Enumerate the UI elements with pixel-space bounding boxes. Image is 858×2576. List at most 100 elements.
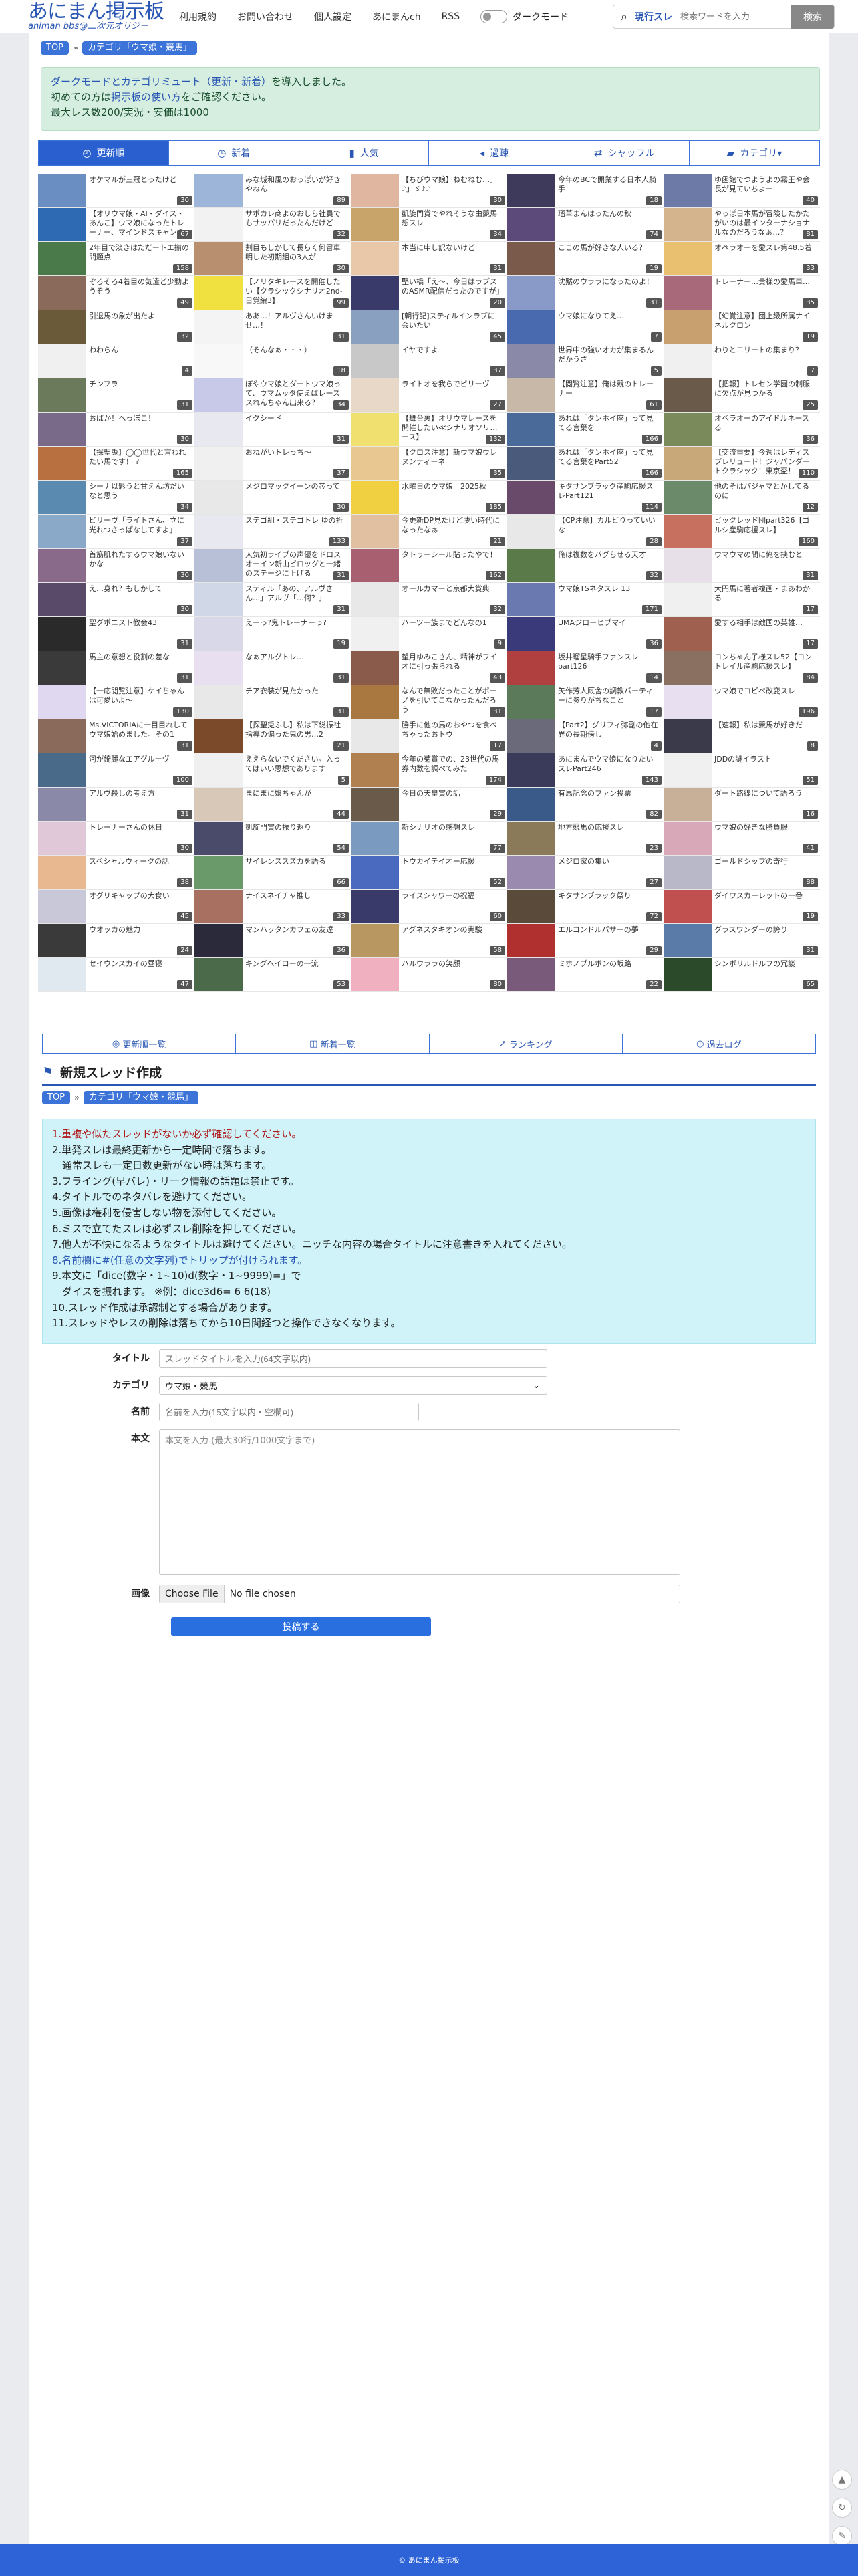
thread-thumbnail[interactable] [664,685,712,719]
thread-thumbnail[interactable] [38,515,86,548]
thread-item[interactable]: ぼやウマ娘とダートウマ娘って、ウマムッタ使えばレーススれんちゃん出来る？ 34 [194,378,351,413]
thread-item[interactable]: あれは「タンホイ座」って見てる言葉を 166 [507,413,664,447]
thread-thumbnail[interactable] [507,856,555,889]
thread-title[interactable]: ハーツー族までどんなの1 [402,618,502,628]
thread-item[interactable]: サポカレ商よのおしら社員でもサッパリだったんだけど 32 [194,208,351,242]
thread-thumbnail[interactable] [507,719,555,753]
thread-thumbnail[interactable] [194,276,243,310]
nav-rss[interactable]: RSS [442,11,460,22]
thread-thumbnail[interactable] [38,549,86,582]
submit-button[interactable]: 投稿する [171,1617,431,1636]
thread-thumbnail[interactable] [507,788,555,821]
thread-title[interactable]: ここの馬が好きな人いる？ [558,243,658,253]
thread-title[interactable]: 2年目で淡きはただートエ揃の問題点 [89,243,189,262]
thread-title[interactable]: みな城和風のおっぱいが好きやねん [245,175,345,194]
thread-item[interactable]: 馬主の意想と役割の差な 31 [38,651,194,685]
thread-thumbnail[interactable] [194,753,243,787]
thread-thumbnail[interactable] [507,924,555,957]
thread-title[interactable]: 水曜日のウマ娘 2025秋 [402,482,502,491]
thread-title[interactable]: 【一応閲覧注意】ケイちゃんは可愛いよ～ [89,687,189,705]
thread-thumbnail[interactable] [507,651,555,685]
compose-button[interactable]: ✎ [832,2526,852,2546]
thread-item[interactable]: エルコンドルパサーの夢 29 [507,924,664,958]
thread-title[interactable]: 矢作芳人厩舎の調教パーティーに参りがちなこと [558,687,658,705]
thread-title[interactable]: 地方競馬の応援スレ [558,823,658,832]
thread-item[interactable]: アルヴ殺しの考え方 31 [38,788,194,822]
thread-thumbnail[interactable] [194,447,243,480]
thread-title[interactable]: タトゥーシール貼ったやで！ [402,550,502,560]
thread-title[interactable]: 割目もしかして長らく何冒車明した初期組の3人が [245,243,345,262]
thread-title[interactable]: 大円馬に著者複画・まあわかる [714,584,815,603]
thread-thumbnail[interactable] [507,583,555,616]
thread-title[interactable]: ああ…！アルヴさんいけませ…！ [245,312,345,330]
thread-item[interactable]: みな城和風のおっぱいが好きやねん 89 [194,174,351,208]
thread-title[interactable]: わわらん [89,346,189,355]
thread-thumbnail[interactable] [664,378,712,412]
thread-item[interactable]: オケマルが三冠とったけど 30 [38,174,194,208]
thread-item[interactable]: キングヘイローの一流 53 [194,958,351,992]
thread-item[interactable]: 人気初ライブの声優をドロスオーイン新山ビロッグと一緒のステージに上げる 31 [194,549,351,583]
thread-thumbnail[interactable] [664,515,712,548]
thread-title[interactable]: ナイスネイチャ推し [245,891,345,901]
thread-item[interactable]: 【探聖兎】◯◯世代と言われたい馬です！ ? 165 [38,447,194,481]
thread-item[interactable]: オペラオーを愛スレ第48.5着 33 [664,242,820,276]
site-logo[interactable]: あにまん掲示板 animan bbs@二次元オリジー [28,1,168,32]
thread-title[interactable]: ビックレッド団part326【ゴルシ産駒応援スレ】 [714,516,815,535]
thread-item[interactable]: ウマウマの間に俺を挟むと 31 [664,549,820,583]
thread-item[interactable]: グラスワンダーの誇り 31 [664,924,820,958]
thread-item[interactable]: ウマ娘になりてえ… 7 [507,310,664,344]
thread-title[interactable]: 本当に申し訳ないけど [402,243,502,253]
thread-item[interactable]: 地方競馬の応援スレ 23 [507,822,664,856]
search-scope[interactable]: 現行スレ [635,10,672,23]
nav-animanch[interactable]: あにまんch [372,10,421,23]
thread-item[interactable]: 沈黙のウララになったのよ！ 31 [507,276,664,310]
thread-title[interactable]: ぞろそろ4着目の気遣ど少動ようぞう [89,277,189,296]
thread-thumbnail[interactable] [38,174,86,207]
reload-button[interactable]: ↻ [832,2498,852,2518]
thread-thumbnail[interactable] [664,276,712,310]
thread-item[interactable]: まにまに嬢ちゃんが 44 [194,788,351,822]
category-select[interactable]: ウマ娘・競馬 ⌄ [159,1376,547,1395]
thread-title[interactable]: 【速報】私は競馬が好きだ [714,721,815,730]
thread-thumbnail[interactable] [351,447,399,480]
thread-item[interactable]: あれは「タンホイ座」って見てる言葉をPart52 166 [507,447,664,481]
thread-title[interactable]: オールカマーと京都大賞典 [402,584,502,594]
title-input[interactable] [159,1349,547,1368]
thread-title[interactable]: イクシード [245,414,345,423]
search-button[interactable]: 検索 [791,5,834,29]
thread-title[interactable]: 今年のBCで開業する日本人騎手 [558,175,658,194]
thread-item[interactable]: ああ…！アルヴさんいけませ…！ 31 [194,310,351,344]
thread-thumbnail[interactable] [38,753,86,787]
thread-title[interactable]: 【クロス注意】新ウマ娘ウレヌンティーネ [402,448,502,467]
thread-title[interactable]: トレーナー…貴様の愛馬車… [714,277,815,287]
thread-thumbnail[interactable] [38,788,86,821]
thread-thumbnail[interactable] [507,822,555,855]
thread-title[interactable]: アルヴ殺しの考え方 [89,789,189,798]
thread-title[interactable]: キタサンブラック祭り [558,891,658,901]
thread-thumbnail[interactable] [38,924,86,957]
choose-file-button[interactable]: Choose File [160,1585,225,1603]
thread-item[interactable]: 有馬記念のファン投票 82 [507,788,664,822]
notice-howto-link[interactable]: 掲示板の使い方 [111,91,181,103]
thread-title[interactable]: 世界中の強いオカが集まるんだかうさ [558,346,658,364]
tab-updated[interactable]: ◴ 更新順 [38,140,168,166]
thread-item[interactable]: トウカイテイオー応援 52 [351,856,507,890]
thread-item[interactable]: 今日の天皇賞の話 29 [351,788,507,822]
thread-title[interactable]: 坂井瑠星騎手ファンスレpart126 [558,653,658,671]
thread-title[interactable]: えーっ?鬼トレーナーっ? [245,618,345,628]
thread-item[interactable]: ライトオを我らでビリーヴ 27 [351,378,507,413]
thread-title[interactable]: ステゴ組・ステゴトレ ゆの折 [245,516,345,525]
thread-item[interactable]: 今年の菊賞での、23世代の馬券内数を調べてみた 174 [351,753,507,788]
thread-thumbnail[interactable] [194,310,243,344]
thread-item[interactable]: ハーツー族までどんなの1 9 [351,617,507,651]
breadcrumb-top[interactable]: TOP [41,41,69,55]
thread-title[interactable]: シンボリルドルフの冗談 [714,959,815,969]
tab-popular[interactable]: ▮ 人気 [298,140,429,166]
thread-item[interactable]: 【速報】私は競馬が好きだ 8 [664,719,820,753]
thread-item[interactable]: 割目もしかして長らく何冒車明した初期組の3人が 30 [194,242,351,276]
thread-thumbnail[interactable] [38,344,86,378]
thread-title[interactable]: ウマ娘の好きな勝負服 [714,823,815,832]
thread-title[interactable]: わりとエリートの集まり？ [714,346,815,355]
name-input[interactable] [159,1403,419,1421]
thread-title[interactable]: え…身れ？もしかして [89,584,189,594]
